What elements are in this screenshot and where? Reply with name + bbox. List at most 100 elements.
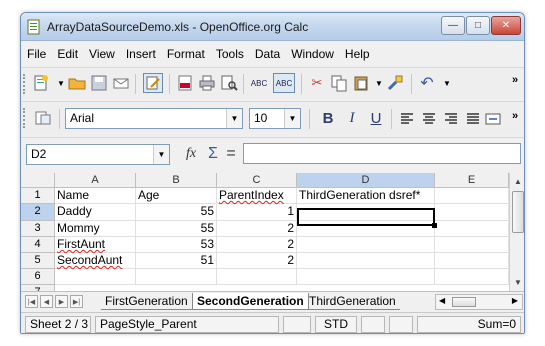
styles-formatting-icon[interactable] <box>33 108 53 128</box>
align-left-icon[interactable] <box>397 109 417 129</box>
bold-button[interactable]: B <box>317 107 339 129</box>
row-header-4[interactable]: 4 <box>21 237 55 253</box>
menu-file[interactable]: File <box>27 47 46 61</box>
cell-a6[interactable] <box>55 269 136 285</box>
undo-dropdown-arrow-icon[interactable]: ▼ <box>437 73 457 93</box>
row-header-6[interactable]: 6 <box>21 269 55 285</box>
maximize-button[interactable]: □ <box>466 16 490 35</box>
cell-b1[interactable]: Age <box>136 188 217 204</box>
horizontal-scroll-thumb[interactable] <box>452 297 476 307</box>
italic-button[interactable]: I <box>341 107 363 129</box>
last-sheet-icon[interactable]: ▶| <box>70 295 83 308</box>
cell-d5[interactable] <box>297 253 435 269</box>
fill-handle[interactable] <box>432 223 437 228</box>
cell-a4[interactable]: FirstAunt <box>55 237 136 253</box>
font-name-select[interactable]: Arial ▼ <box>65 108 243 129</box>
cell-c2[interactable]: 1 <box>217 204 297 221</box>
select-all-corner[interactable] <box>21 173 55 188</box>
previous-sheet-icon[interactable]: ◀ <box>40 295 53 308</box>
function-equals-icon[interactable]: = <box>221 144 241 164</box>
cut-icon[interactable]: ✂ <box>307 73 327 93</box>
cell-b5[interactable]: 51 <box>136 253 217 269</box>
toolbar-grip[interactable] <box>23 108 26 128</box>
column-header-e[interactable]: E <box>435 173 509 188</box>
title-bar[interactable]: ArrayDataSourceDemo.xls - OpenOffice.org… <box>21 13 524 41</box>
cell-c5[interactable]: 2 <box>217 253 297 269</box>
cell-e1[interactable] <box>435 188 509 204</box>
email-document-icon[interactable] <box>111 73 131 93</box>
cell-e6[interactable] <box>435 269 509 285</box>
cell-d4[interactable] <box>297 237 435 253</box>
column-header-a[interactable]: A <box>55 173 136 188</box>
minimize-button[interactable]: — <box>441 16 465 35</box>
chevron-down-icon[interactable]: ▼ <box>284 109 300 128</box>
scroll-right-icon[interactable]: ▶ <box>512 296 518 305</box>
row-header-3[interactable]: 3 <box>21 221 55 237</box>
menu-data[interactable]: Data <box>255 47 280 61</box>
menu-window[interactable]: Window <box>291 47 334 61</box>
menu-insert[interactable]: Insert <box>126 47 156 61</box>
export-pdf-icon[interactable] <box>175 73 195 93</box>
justify-icon[interactable] <box>463 109 483 129</box>
cell-d1[interactable]: ThirdGeneration dsref* <box>297 188 435 204</box>
menu-edit[interactable]: Edit <box>57 47 78 61</box>
spellcheck-icon[interactable]: ABC <box>249 73 269 93</box>
vertical-scroll-thumb[interactable] <box>512 191 524 233</box>
align-center-icon[interactable] <box>419 109 439 129</box>
new-document-icon[interactable] <box>31 73 51 93</box>
function-wizard-icon[interactable]: fx <box>181 144 201 164</box>
underline-button[interactable]: U <box>365 107 387 129</box>
menu-tools[interactable]: Tools <box>216 47 244 61</box>
cell-e3[interactable] <box>435 221 509 237</box>
sheet-tab-secondgeneration[interactable]: SecondGeneration <box>192 293 309 310</box>
edit-file-icon[interactable] <box>143 73 163 93</box>
toolbar-overflow-icon[interactable]: » <box>505 70 524 90</box>
cell-b4[interactable]: 53 <box>136 237 217 253</box>
row-header-2[interactable]: 2 <box>21 204 55 221</box>
row-header-1[interactable]: 1 <box>21 188 55 204</box>
open-folder-icon[interactable] <box>67 73 87 93</box>
toolbar-overflow-icon[interactable]: » <box>505 106 524 126</box>
cell-a3[interactable]: Mommy <box>55 221 136 237</box>
auto-spellcheck-icon[interactable]: ABC <box>273 73 295 93</box>
cell-b2[interactable]: 55 <box>136 204 217 221</box>
horizontal-scrollbar[interactable]: ◀ ▶ <box>435 294 523 310</box>
clone-formatting-icon[interactable] <box>385 73 405 93</box>
vertical-scrollbar[interactable]: ▲ ▼ <box>509 173 524 291</box>
name-box[interactable]: D2 ▼ <box>26 144 170 165</box>
status-page-style[interactable]: PageStyle_Parent <box>95 316 279 333</box>
column-header-b[interactable]: B <box>136 173 217 188</box>
sheet-tab-thirdgeneration[interactable]: ThirdGeneration <box>305 293 400 310</box>
cell-e2[interactable] <box>435 204 509 221</box>
row-header-5[interactable]: 5 <box>21 253 55 269</box>
column-header-d[interactable]: D <box>297 173 435 188</box>
toolbar-grip[interactable] <box>23 74 26 94</box>
paste-icon[interactable] <box>351 73 371 93</box>
close-button[interactable]: ✕ <box>491 16 521 35</box>
spreadsheet-grid[interactable]: A B C D E 1 2 3 4 5 6 7 Name Age ParentI… <box>21 173 509 291</box>
next-sheet-icon[interactable]: ▶ <box>55 295 68 308</box>
copy-icon[interactable] <box>329 73 349 93</box>
scroll-up-icon[interactable]: ▲ <box>510 174 524 189</box>
column-header-c[interactable]: C <box>217 173 297 188</box>
cell-b6[interactable] <box>136 269 217 285</box>
cell-d6[interactable] <box>297 269 435 285</box>
cell-a1[interactable]: Name <box>55 188 136 204</box>
save-icon[interactable] <box>89 73 109 93</box>
font-size-select[interactable]: 10 ▼ <box>249 108 301 129</box>
first-sheet-icon[interactable]: |◀ <box>25 295 38 308</box>
merge-cells-icon[interactable] <box>483 109 503 129</box>
menu-view[interactable]: View <box>89 47 115 61</box>
cell-e4[interactable] <box>435 237 509 253</box>
print-icon[interactable] <box>197 73 217 93</box>
scroll-left-icon[interactable]: ◀ <box>439 296 445 305</box>
align-right-icon[interactable] <box>441 109 461 129</box>
cell-e5[interactable] <box>435 253 509 269</box>
cell-b3[interactable]: 55 <box>136 221 217 237</box>
status-selection-mode[interactable]: STD <box>315 316 357 333</box>
page-preview-icon[interactable] <box>219 73 239 93</box>
menu-help[interactable]: Help <box>345 47 370 61</box>
cell-c6[interactable] <box>217 269 297 285</box>
cell-a5[interactable]: SecondAunt <box>55 253 136 269</box>
sheet-tab-firstgeneration[interactable]: FirstGeneration <box>101 293 192 310</box>
